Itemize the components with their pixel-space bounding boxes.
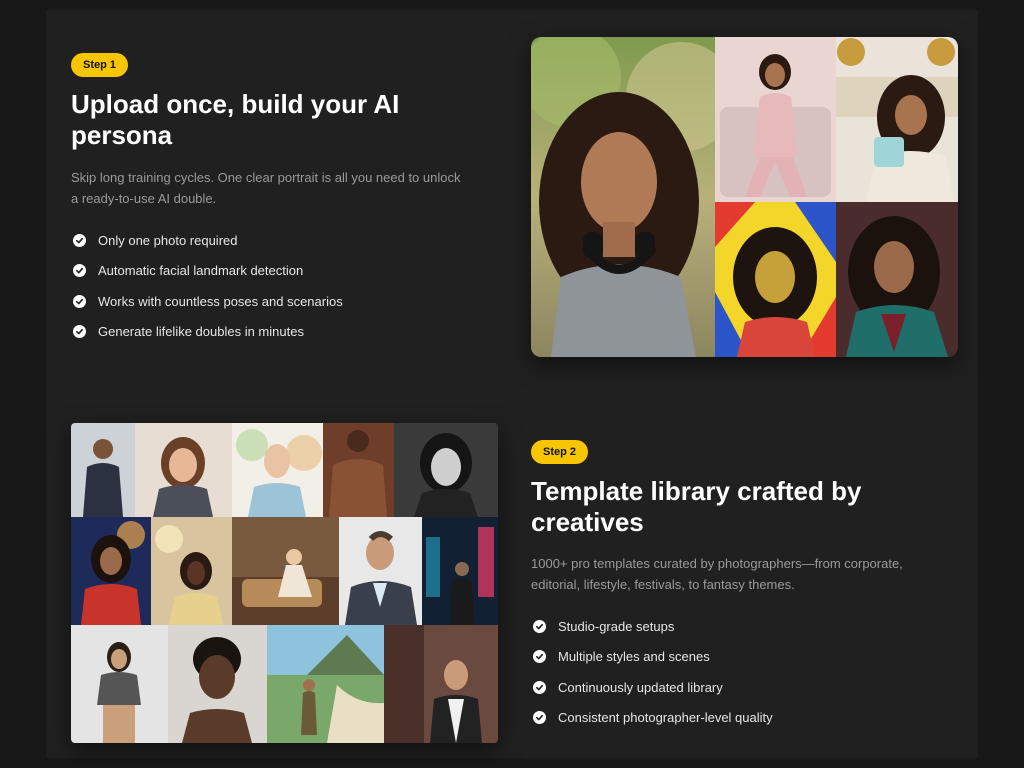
step-2-description-line-2: editorial, lifestyle, festivals, to fant… <box>531 577 795 592</box>
step-2-title-line-2: creatives <box>531 507 644 537</box>
template-street-casual-thumbnail <box>384 625 498 743</box>
check-circle-icon <box>73 233 86 247</box>
portrait-pop-art-photo <box>715 202 836 357</box>
check-circle-icon <box>533 711 546 725</box>
template-fitness-thumbnail <box>323 423 394 517</box>
step-1-badge: Step 1 <box>71 53 129 77</box>
feature-item: Works with countless poses and scenarios <box>73 286 343 317</box>
step-1-description-line-2: a ready-to-use AI double. <box>71 191 217 206</box>
feature-item: Multiple styles and scenes <box>533 642 773 673</box>
template-business-suit-thumbnail <box>71 423 135 517</box>
feature-item: Studio-grade setups <box>533 611 773 642</box>
step-2-description-line-1: 1000+ pro templates curated by photograp… <box>531 556 903 571</box>
template-night-city-thumbnail <box>422 517 498 625</box>
feature-item: Generate lifelike doubles in minutes <box>73 317 343 348</box>
check-circle-icon <box>73 294 86 308</box>
template-space-suit-thumbnail <box>71 517 151 625</box>
feature-item: Continuously updated library <box>533 672 773 703</box>
template-watercolor-thumbnail <box>232 423 323 517</box>
portrait-main-photo <box>531 37 715 357</box>
step-2-badge: Step 2 <box>531 440 589 464</box>
feature-label: Automatic facial landmark detection <box>98 263 304 279</box>
step-1-title-line-1: Upload once, build your AI <box>71 89 400 119</box>
template-illustrated-portrait-thumbnail <box>135 423 232 517</box>
step-2-title: Template library crafted by creatives <box>531 476 951 538</box>
step-1-title-line-2: persona <box>71 120 173 150</box>
template-vintage-interior-thumbnail <box>232 517 339 625</box>
template-natural-portrait-thumbnail <box>168 625 267 743</box>
template-gym-thumbnail <box>71 625 168 743</box>
feature-label: Continuously updated library <box>558 679 723 695</box>
feature-item: Automatic facial landmark detection <box>73 256 343 287</box>
feature-label: Generate lifelike doubles in minutes <box>98 324 304 340</box>
portrait-birthday-photo <box>836 37 958 202</box>
feature-label: Only one photo required <box>98 232 238 248</box>
template-vintage-bw-thumbnail <box>394 423 498 517</box>
template-library-mosaic <box>71 423 498 743</box>
step-2-description: 1000+ pro templates curated by photograp… <box>531 553 951 595</box>
step-1-description: Skip long training cycles. One clear por… <box>71 167 511 209</box>
feature-label: Studio-grade setups <box>558 618 675 634</box>
check-circle-icon <box>533 619 546 633</box>
template-festival-thumbnail <box>151 517 232 625</box>
feature-label: Works with countless poses and scenarios <box>98 293 343 309</box>
template-travel-thumbnail <box>267 625 384 743</box>
check-circle-icon <box>533 650 546 664</box>
feature-label: Multiple styles and scenes <box>558 649 710 665</box>
feature-label: Consistent photographer-level quality <box>558 710 773 726</box>
step-1-feature-list: Only one photo required Automatic facial… <box>73 225 343 347</box>
step-1-description-line-1: Skip long training cycles. One clear por… <box>71 170 461 185</box>
step-2-feature-list: Studio-grade setups Multiple styles and … <box>533 611 773 733</box>
check-circle-icon <box>533 680 546 694</box>
portrait-formal-photo <box>836 202 958 357</box>
feature-item: Only one photo required <box>73 225 343 256</box>
portrait-couch-photo <box>715 37 836 202</box>
persona-collage <box>531 37 958 357</box>
check-circle-icon <box>73 325 86 339</box>
feature-item: Consistent photographer-level quality <box>533 703 773 734</box>
step-1-title: Upload once, build your AI persona <box>71 89 511 151</box>
step-2-title-line-1: Template library crafted by <box>531 476 862 506</box>
template-corporate-headshot-thumbnail <box>339 517 422 625</box>
check-circle-icon <box>73 264 86 278</box>
